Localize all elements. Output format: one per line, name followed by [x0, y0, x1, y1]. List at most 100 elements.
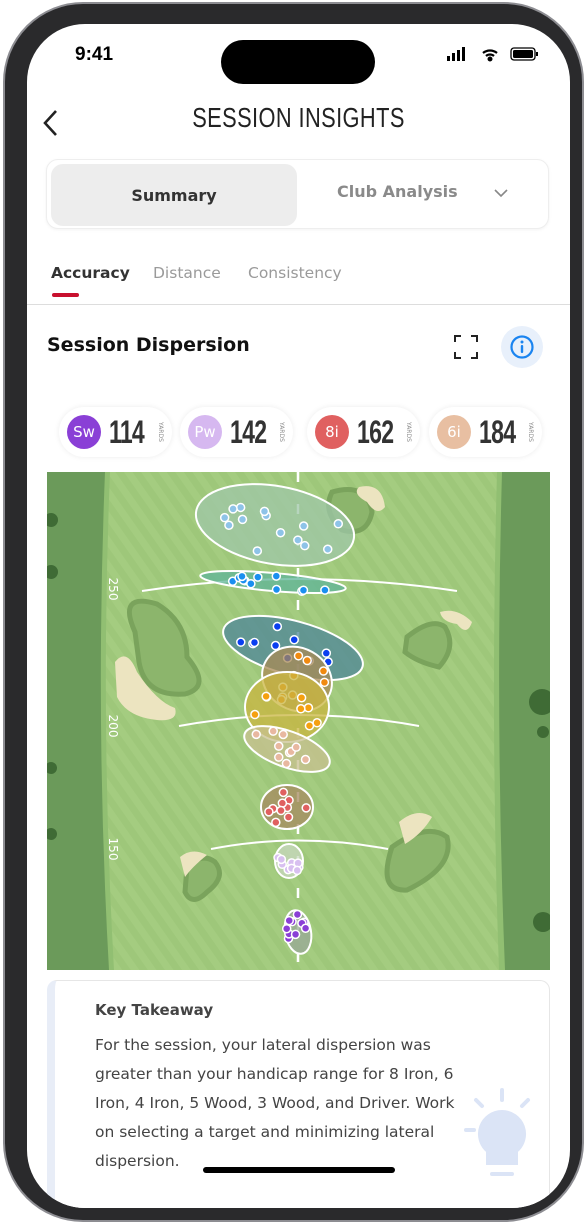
club-carry-yards: 142	[230, 413, 267, 450]
shot-dot	[281, 758, 292, 769]
club-pill-sw[interactable]: Sw 114 YARDS	[59, 407, 172, 457]
shot-dot	[312, 718, 322, 728]
shot-dot	[322, 544, 333, 554]
dynamic-island	[221, 40, 375, 84]
shot-dot	[261, 691, 271, 702]
shot-dot	[274, 741, 284, 751]
dispersion-map: 250 200 150	[47, 472, 550, 970]
shot-dot	[301, 803, 311, 813]
shot-dot	[237, 571, 247, 582]
shot-dot	[320, 585, 330, 595]
shot-dot	[276, 805, 286, 816]
shot-dot	[304, 720, 315, 731]
shot-dot	[300, 540, 310, 551]
tab-accuracy[interactable]: Accuracy	[51, 264, 130, 282]
status-time: 9:41	[75, 44, 114, 65]
shot-dot	[250, 709, 260, 720]
shot-dot	[284, 915, 294, 926]
view-segmented-control: Summary Club Analysis	[46, 159, 549, 229]
yards-unit: YARDS	[527, 422, 534, 442]
club-pill-8i[interactable]: 8i 162 YARDS	[307, 407, 420, 457]
page-title: SESSION INSIGHTS	[192, 102, 405, 133]
shot-dot	[271, 571, 282, 581]
screen: 9:41 SESSION INSIGHTS Summary Club Analy…	[27, 24, 570, 1208]
shot-dot	[318, 666, 329, 676]
shot-dot	[302, 655, 312, 666]
shot-dot	[291, 742, 301, 752]
shot-dot	[321, 648, 332, 658]
info-button[interactable]	[501, 326, 543, 368]
shot-dot	[259, 506, 270, 517]
home-indicator[interactable]	[203, 1167, 395, 1173]
shot-dot	[298, 521, 309, 531]
yards-unit: YARDS	[157, 422, 164, 442]
yard-marker: 150	[106, 838, 120, 861]
battery-icon	[510, 47, 538, 61]
yards-unit: YARDS	[405, 422, 412, 442]
shot-dot	[251, 729, 261, 740]
yard-marker: 250	[106, 578, 120, 601]
segment-club-analysis[interactable]: Club Analysis	[337, 182, 458, 201]
shot-dot	[333, 519, 344, 529]
shot-dot	[236, 637, 246, 647]
shot-dot	[292, 865, 302, 876]
segment-summary[interactable]: Summary	[51, 164, 297, 226]
shot-dot	[278, 729, 288, 740]
shot-dot	[290, 929, 301, 940]
shot-dot	[270, 640, 281, 651]
key-takeaway-card: Key Takeaway For the session, your later…	[47, 980, 550, 1208]
shot-dot	[300, 923, 311, 933]
wifi-icon	[482, 49, 498, 62]
club-pill-6i[interactable]: 6i 184 YARDS	[429, 407, 542, 457]
shot-dot	[293, 535, 303, 545]
shot-dot	[275, 527, 286, 538]
active-tab-indicator	[52, 293, 79, 297]
takeaway-body: For the session, your lateral dispersion…	[95, 1036, 455, 1170]
club-badge: Sw	[67, 415, 101, 449]
shot-dot	[277, 798, 288, 808]
shot-dot	[292, 909, 303, 920]
shot-dot	[281, 923, 292, 934]
yards-unit: YARDS	[278, 422, 285, 442]
shot-dot	[237, 514, 248, 525]
club-badge: Pw	[188, 415, 222, 449]
shot-dot	[289, 634, 299, 645]
shot-dot	[319, 677, 330, 688]
info-icon	[510, 335, 534, 359]
shot-dot	[293, 651, 304, 661]
shot-dot	[298, 585, 309, 595]
shot-dot	[268, 726, 278, 736]
shot-dot	[276, 854, 287, 865]
shot-dot	[296, 692, 307, 703]
phone-frame: 9:41 SESSION INSIGHTS Summary Club Analy…	[3, 2, 584, 1222]
shot-dot	[271, 584, 282, 595]
chevron-down-icon[interactable]	[493, 187, 509, 199]
club-carry-yards: 184	[479, 413, 516, 450]
shot-dot	[219, 512, 230, 523]
back-button[interactable]	[41, 108, 61, 138]
expand-icon[interactable]	[454, 335, 478, 359]
club-carry-yards: 114	[109, 413, 145, 450]
lightbulb-icon	[464, 1088, 530, 1176]
shot-dot	[274, 752, 284, 762]
section-title: Session Dispersion	[47, 334, 250, 356]
divider	[27, 304, 570, 305]
takeaway-title: Key Takeaway	[95, 1001, 214, 1019]
shot-dot	[271, 817, 281, 828]
club-badge: 8i	[315, 415, 349, 449]
shot-dot	[296, 704, 306, 714]
shot-dot	[249, 637, 260, 648]
shot-dot	[253, 572, 263, 582]
club-pill-pw[interactable]: Pw 142 YARDS	[180, 407, 293, 457]
shot-dot	[224, 520, 234, 530]
tab-consistency[interactable]: Consistency	[248, 264, 342, 282]
shot-dot	[303, 703, 314, 713]
shot-dot	[300, 754, 311, 765]
tab-distance[interactable]: Distance	[153, 264, 221, 282]
shot-dot	[264, 807, 274, 817]
status-icons	[447, 47, 538, 62]
yard-marker: 200	[106, 715, 120, 738]
shot-dot	[252, 546, 263, 556]
club-badge: 6i	[437, 415, 471, 449]
shot-dot	[228, 504, 238, 514]
